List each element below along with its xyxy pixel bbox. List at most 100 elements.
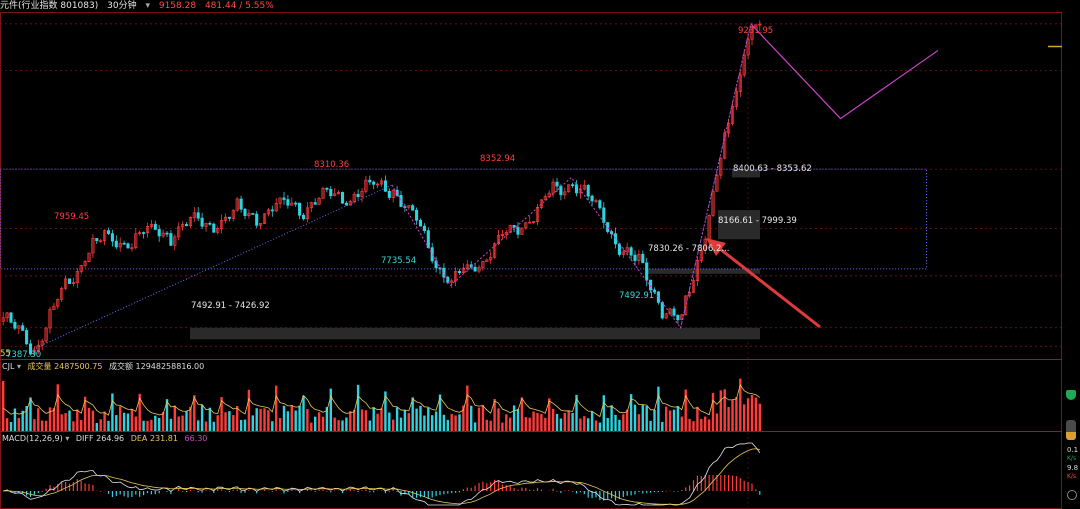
volume-bar (173, 405, 176, 431)
candle-body (649, 279, 653, 291)
price-label: 7492.91 (619, 291, 654, 301)
volume-bar (668, 410, 672, 431)
macd-bar (731, 475, 734, 491)
volume-bar (134, 416, 137, 431)
macd-bar (72, 482, 74, 491)
macd-bar (431, 491, 433, 498)
volume-bar (431, 415, 434, 431)
volume-bar (356, 384, 360, 431)
volume-bar (353, 409, 356, 431)
macd-bar (626, 491, 628, 496)
candle-body (239, 198, 243, 210)
macd-bar (287, 491, 289, 492)
macd-bar (458, 491, 461, 493)
volume-bar (743, 404, 746, 431)
macd-bar (638, 491, 640, 493)
volume-bar (583, 416, 586, 431)
macd-bar (533, 490, 535, 491)
macd-bar (540, 489, 542, 491)
macd-bar (509, 485, 511, 491)
volume-bar (76, 409, 79, 431)
volume-bar (360, 409, 364, 431)
macd-bar (154, 491, 156, 495)
macd-bar (263, 489, 266, 491)
volume-bar (208, 407, 212, 431)
macd-bar (529, 489, 531, 491)
volume-bar (216, 415, 219, 431)
macd-bar (599, 491, 601, 501)
macd-bar (724, 475, 726, 491)
volume-bar (392, 419, 395, 431)
volume-bar (559, 418, 563, 431)
candle-body (270, 209, 274, 212)
volume-bar (505, 414, 508, 431)
zone-label: 7830.26 - 7806.2... (648, 244, 729, 254)
macd-bar (470, 487, 472, 491)
volume-bar (528, 417, 531, 431)
dea-label: DEA (130, 434, 148, 443)
candle-body (645, 262, 649, 281)
volume-bar (341, 420, 344, 431)
candle-body (660, 302, 664, 319)
volume-bar (232, 415, 235, 431)
macd-bar (720, 475, 722, 491)
volume-bar (653, 409, 656, 431)
shield-icon[interactable] (1066, 390, 1076, 400)
volume-bar (161, 412, 165, 431)
volume-bar (259, 408, 262, 431)
volume-bar (349, 411, 352, 431)
volume-bar (41, 420, 44, 431)
macd-value: 66.30 (184, 434, 208, 443)
macd-bar (466, 487, 468, 491)
volume-panel-label: CJL ▾ 成交量 2487500.75 成交额 12948258816.00 (2, 361, 204, 372)
candle-body (282, 197, 286, 200)
settings-icon[interactable] (1067, 490, 1077, 500)
side-toolbar: 0.1 K/s 9.8 K/s (1062, 386, 1080, 509)
volume-bar (263, 408, 266, 431)
volume-bar (52, 408, 56, 431)
candle-body (473, 266, 477, 272)
diff-label: DIFF (75, 434, 94, 443)
candle-body (676, 314, 680, 321)
candle-body (286, 199, 290, 206)
macd-bar (486, 483, 488, 491)
macd-bar (587, 491, 589, 498)
macd-bar (41, 491, 43, 492)
volume-bar (364, 410, 368, 431)
macd-bar (700, 476, 702, 491)
macd-indicator-name[interactable]: MACD(12,26,9) (2, 434, 63, 443)
volume-indicator-name[interactable]: CJL (2, 362, 14, 371)
candle-body (294, 202, 298, 205)
macd-bar (579, 491, 581, 493)
volume-bar (345, 417, 348, 431)
volume-bar (282, 405, 286, 431)
indicator-menu-icon[interactable]: ▾ (17, 362, 21, 371)
volume-bar (321, 416, 325, 431)
macd-bar (345, 490, 347, 491)
candle-body (555, 181, 559, 187)
macd-bar (708, 475, 710, 491)
volume-bar (158, 418, 161, 431)
macd-bar (696, 475, 698, 491)
candle-body (602, 207, 606, 223)
candle-body (67, 278, 72, 284)
macd-bar (135, 491, 137, 495)
indicator-menu-icon[interactable]: ▾ (65, 434, 69, 443)
macd-bar (100, 491, 102, 492)
volume-bar (298, 405, 301, 431)
macd-bar (712, 475, 714, 491)
volume-bar (111, 393, 114, 431)
macd-bar (673, 491, 675, 492)
candle-body (196, 212, 200, 219)
candle-body (142, 232, 146, 234)
volume-bar (146, 420, 149, 431)
macd-bar (365, 489, 367, 491)
volume-bar (212, 421, 215, 431)
side-unit-1: K/s (1067, 455, 1077, 462)
candle-body (422, 225, 426, 231)
macd-bar (127, 491, 129, 498)
price-label: 8352.94 (480, 154, 515, 164)
dea-line (3, 448, 760, 505)
candle-body (598, 200, 602, 209)
volume-bar (403, 409, 407, 431)
